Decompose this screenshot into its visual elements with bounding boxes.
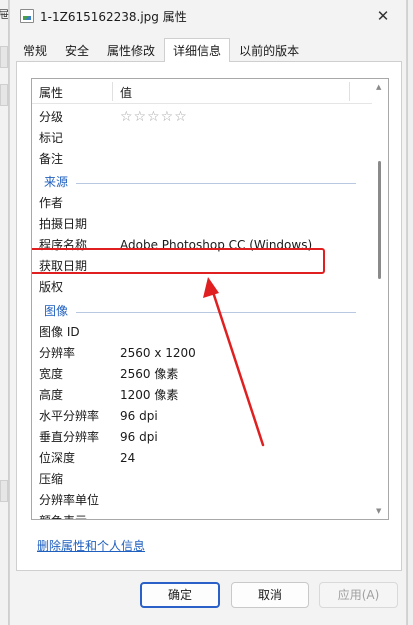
group-header-source: 来源 — [32, 172, 372, 193]
list-row[interactable]: 分级 ☆☆☆☆☆ — [32, 107, 372, 128]
title-bar[interactable]: 1-1Z615162238.jpg 属性 ✕ — [10, 0, 406, 32]
list-row[interactable]: 图像 ID — [32, 322, 372, 343]
list-row[interactable]: 垂直分辨率 96 dpi — [32, 427, 372, 448]
background-window-slot — [0, 480, 8, 502]
properties-dialog: 1-1Z615162238.jpg 属性 ✕ 常规 安全 属性修改 详细信息 以… — [9, 0, 407, 625]
list-row[interactable]: 水平分辨率 96 dpi — [32, 406, 372, 427]
list-row[interactable]: 备注 — [32, 149, 372, 170]
tab-general[interactable]: 常规 — [14, 40, 57, 62]
property-name: 水平分辨率 — [39, 409, 100, 423]
details-list[interactable]: 属性 值 分级 ☆☆☆☆☆ 标记 备注 来源 作者 拍摄日期 程序名称 Adob… — [31, 78, 389, 520]
list-row[interactable]: 高度 1200 像素 — [32, 385, 372, 406]
group-divider — [76, 183, 356, 184]
tab-security[interactable]: 安全 — [56, 40, 99, 62]
property-name: 版权 — [39, 280, 64, 294]
vertical-scrollbar[interactable]: ▲ ▼ — [372, 79, 388, 519]
property-value: 2560 x 1200 — [120, 346, 196, 360]
property-value: 2560 像素 — [120, 367, 179, 381]
list-row[interactable]: 分辨率 2560 x 1200 — [32, 343, 372, 364]
group-title: 图像 — [44, 304, 69, 318]
list-row[interactable]: 压缩 — [32, 469, 372, 490]
group-title: 来源 — [44, 175, 69, 189]
remove-properties-link[interactable]: 删除属性和个人信息 — [37, 537, 145, 554]
column-header-property[interactable]: 属性 — [39, 84, 63, 101]
rating-stars[interactable]: ☆☆☆☆☆ — [120, 107, 188, 128]
background-window-slot — [0, 46, 8, 68]
property-name: 颜色表示 — [39, 511, 87, 519]
scroll-up-icon[interactable]: ▲ — [376, 83, 381, 91]
background-window-glyph: 屉 — [0, 8, 9, 21]
property-name: 宽度 — [39, 367, 64, 381]
background-window-edge-right — [407, 0, 413, 625]
column-header-value[interactable]: 值 — [120, 84, 132, 101]
property-value: 96 dpi — [120, 409, 158, 423]
list-row[interactable]: 标记 — [32, 128, 372, 149]
tab-property-edit[interactable]: 属性修改 — [98, 40, 165, 62]
property-name: 分辨率单位 — [39, 493, 100, 507]
image-file-icon — [20, 9, 34, 23]
group-divider — [76, 312, 356, 313]
background-window-slot — [0, 84, 8, 106]
property-name: 分级 — [39, 110, 64, 124]
property-name: 标记 — [39, 131, 64, 145]
column-separator[interactable] — [349, 82, 350, 101]
apply-button[interactable]: 应用(A) — [319, 582, 398, 608]
scroll-down-icon[interactable]: ▼ — [376, 507, 381, 515]
property-name: 分辨率 — [39, 346, 76, 360]
highlight-box — [32, 248, 325, 274]
property-name: 压缩 — [39, 472, 64, 486]
list-row[interactable]: 版权 — [32, 277, 372, 298]
property-name: 作者 — [39, 196, 64, 210]
property-value: 1200 像素 — [120, 388, 179, 402]
property-name: 高度 — [39, 388, 64, 402]
property-value: 96 dpi — [120, 430, 158, 444]
cancel-button[interactable]: 取消 — [231, 582, 309, 608]
tab-previous-versions[interactable]: 以前的版本 — [230, 40, 309, 62]
window-title: 1-1Z615162238.jpg 属性 — [40, 10, 187, 24]
background-window-edge: 屉 — [0, 0, 9, 625]
list-row[interactable]: 作者 — [32, 193, 372, 214]
group-header-image: 图像 — [32, 301, 372, 322]
close-button[interactable]: ✕ — [368, 4, 398, 28]
property-name: 拍摄日期 — [39, 217, 88, 231]
property-name: 位深度 — [39, 451, 76, 465]
scrollbar-thumb[interactable] — [378, 161, 381, 279]
property-value: 24 — [120, 451, 136, 465]
ok-button[interactable]: 确定 — [140, 582, 220, 608]
list-row[interactable]: 分辨率单位 — [32, 490, 372, 511]
list-row[interactable]: 宽度 2560 像素 — [32, 364, 372, 385]
column-separator[interactable] — [112, 82, 113, 101]
list-row[interactable]: 颜色表示 — [32, 511, 372, 519]
tab-strip: 常规 安全 属性修改 详细信息 以前的版本 — [14, 38, 309, 62]
details-tab-page: 属性 值 分级 ☆☆☆☆☆ 标记 备注 来源 作者 拍摄日期 程序名称 Adob… — [16, 61, 402, 571]
tab-details[interactable]: 详细信息 — [164, 38, 231, 62]
property-name: 备注 — [39, 152, 64, 166]
property-name: 图像 ID — [39, 325, 80, 339]
list-header: 属性 值 — [32, 79, 372, 104]
list-row[interactable]: 位深度 24 — [32, 448, 372, 469]
property-name: 垂直分辨率 — [39, 430, 100, 444]
list-row[interactable]: 拍摄日期 — [32, 214, 372, 235]
